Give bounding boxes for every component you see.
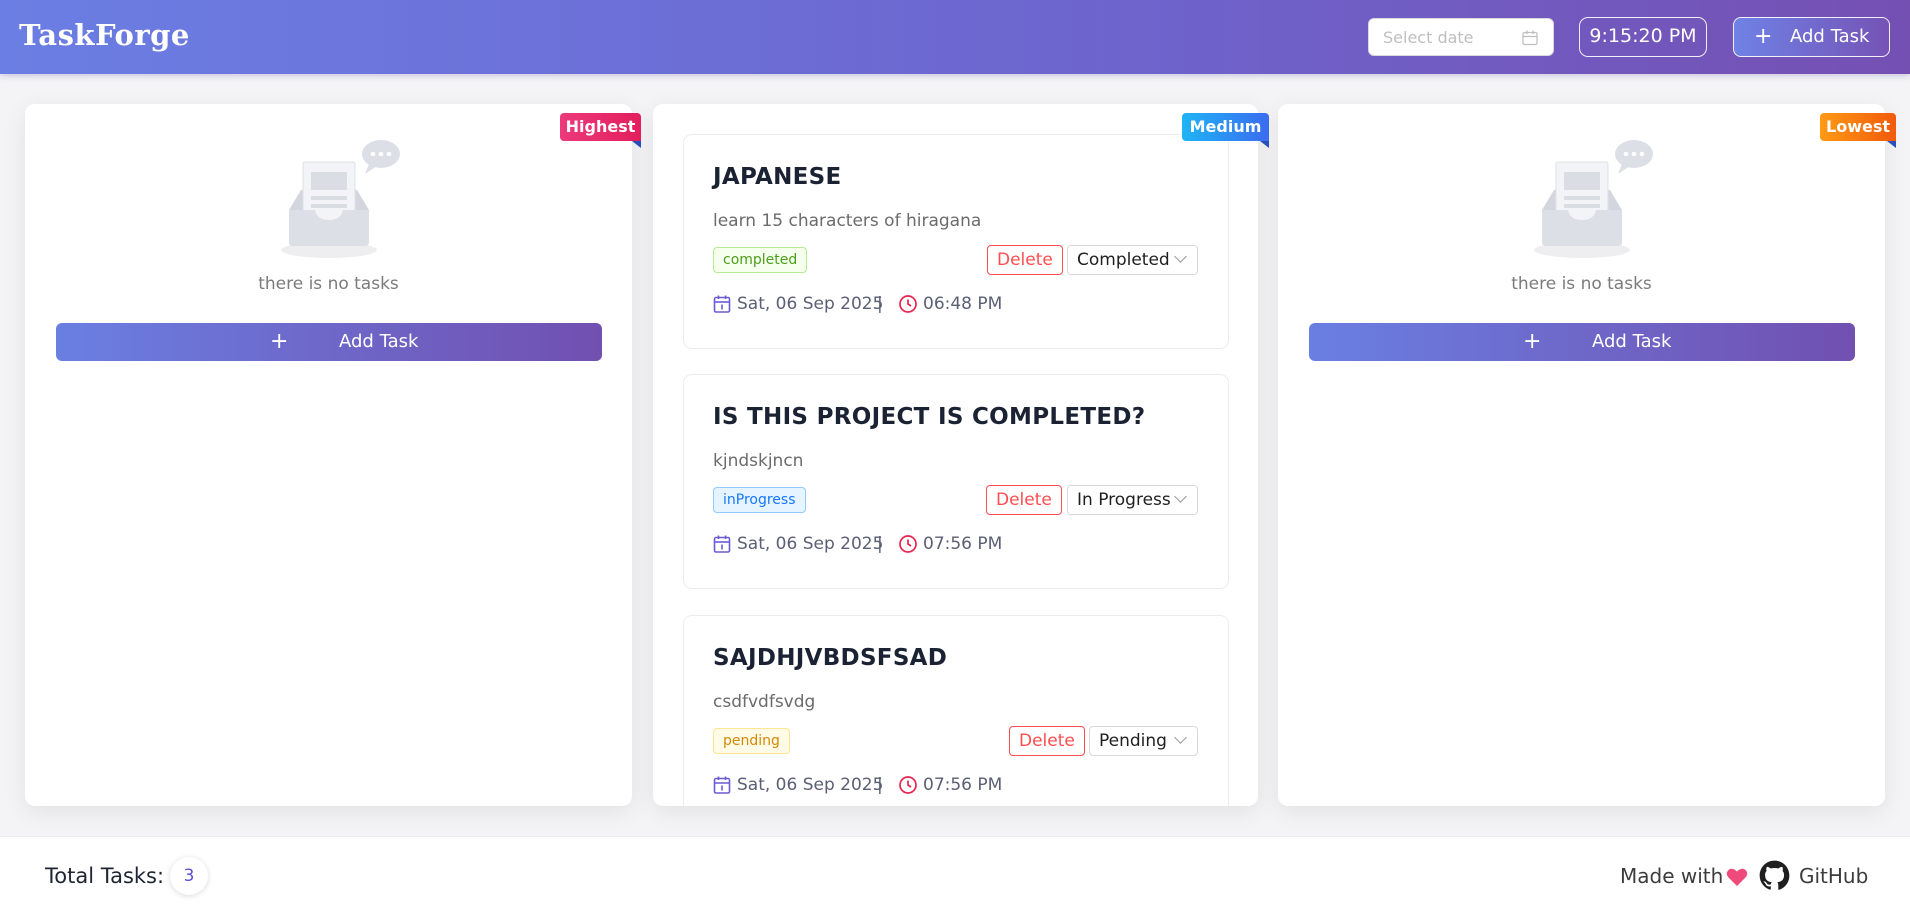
app-header: TaskForge Select date 9:15:20 PM + Add T… xyxy=(0,0,1910,74)
column-lowest: there is no tasks + Add Task xyxy=(1278,104,1885,806)
task-time: 07:56 PM xyxy=(923,775,1003,795)
clock-icon xyxy=(899,295,917,313)
column-medium: JAPANESE learn 15 characters of hiragana… xyxy=(653,104,1258,806)
task-title: SAJDHJVBDSFSAD xyxy=(713,645,948,671)
empty-state: there is no tasks xyxy=(1278,132,1885,294)
empty-message: there is no tasks xyxy=(258,274,399,294)
task-description: kjndskjncn xyxy=(713,451,804,471)
add-task-label: Add Task xyxy=(1592,331,1672,352)
total-tasks-label: Total Tasks: xyxy=(45,864,165,888)
made-with-label: Made with xyxy=(1620,864,1724,888)
priority-ribbon-lowest: Lowest xyxy=(1820,113,1896,148)
header-add-task-button[interactable]: + Add Task xyxy=(1733,17,1890,57)
column-highest: there is no tasks + Add Task xyxy=(25,104,632,806)
status-tag: completed xyxy=(713,247,808,273)
add-task-button-highest[interactable]: + Add Task xyxy=(56,323,602,361)
task-card: SAJDHJVBDSFSAD csdfvdfsvdg pending Delet… xyxy=(683,615,1229,806)
meta-separator: | xyxy=(877,775,883,795)
calendar-icon xyxy=(713,776,731,794)
meta-separator: | xyxy=(877,534,883,554)
task-title: JAPANESE xyxy=(713,164,842,190)
github-link[interactable]: GitHub xyxy=(1799,864,1868,888)
calendar-icon xyxy=(713,535,731,553)
calendar-icon xyxy=(713,295,731,313)
delete-button[interactable]: Delete xyxy=(1009,726,1085,756)
calendar-icon xyxy=(1522,30,1538,46)
priority-ribbon-medium: Medium xyxy=(1182,113,1269,148)
plus-icon: + xyxy=(1523,329,1542,354)
task-date: Sat, 06 Sep 2025 xyxy=(737,294,884,314)
app-footer: Total Tasks: 3 Made with GitHub xyxy=(0,836,1910,906)
status-tag: inProgress xyxy=(713,487,806,513)
status-select-value: Pending xyxy=(1099,731,1167,751)
task-description: csdfvdfsvdg xyxy=(713,692,816,712)
task-title: IS THIS PROJECT IS COMPLETED? xyxy=(713,404,1146,430)
plus-icon: + xyxy=(1754,24,1773,49)
status-tag: pending xyxy=(713,728,790,754)
status-select-value: In Progress xyxy=(1077,490,1171,510)
header-add-task-label: Add Task xyxy=(1790,26,1870,47)
status-select-value: Completed xyxy=(1077,250,1170,270)
heart-icon xyxy=(1726,868,1748,886)
priority-ribbon-highest: Highest xyxy=(560,113,641,148)
add-task-label: Add Task xyxy=(339,331,419,352)
live-clock: 9:15:20 PM xyxy=(1579,17,1707,57)
add-task-button-lowest[interactable]: + Add Task xyxy=(1309,323,1855,361)
task-card: JAPANESE learn 15 characters of hiragana… xyxy=(683,134,1229,349)
status-select[interactable]: Completed xyxy=(1067,245,1198,275)
plus-icon: + xyxy=(270,329,289,354)
task-time: 07:56 PM xyxy=(923,534,1003,554)
clock-icon xyxy=(899,776,917,794)
delete-button[interactable]: Delete xyxy=(986,485,1062,515)
clock-icon xyxy=(899,535,917,553)
status-select[interactable]: In Progress xyxy=(1067,485,1198,515)
meta-separator: | xyxy=(877,294,883,314)
date-picker-placeholder: Select date xyxy=(1383,28,1474,47)
chevron-down-icon xyxy=(1174,250,1187,263)
delete-button[interactable]: Delete xyxy=(987,245,1063,275)
chevron-down-icon xyxy=(1174,490,1187,503)
task-description: learn 15 characters of hiragana xyxy=(713,211,982,231)
empty-inbox-icon xyxy=(1533,140,1653,258)
date-picker-input[interactable]: Select date xyxy=(1368,18,1554,56)
task-date: Sat, 06 Sep 2025 xyxy=(737,534,884,554)
empty-state: there is no tasks xyxy=(25,132,632,294)
task-time: 06:48 PM xyxy=(923,294,1003,314)
empty-message: there is no tasks xyxy=(1511,274,1652,294)
total-tasks-count: 3 xyxy=(170,857,208,895)
app-logo: TaskForge xyxy=(19,18,190,52)
github-icon[interactable] xyxy=(1759,860,1790,891)
empty-inbox-icon xyxy=(280,140,400,258)
task-card: IS THIS PROJECT IS COMPLETED? kjndskjncn… xyxy=(683,374,1229,589)
task-date: Sat, 06 Sep 2025 xyxy=(737,775,884,795)
status-select[interactable]: Pending xyxy=(1089,726,1198,756)
chevron-down-icon xyxy=(1174,731,1187,744)
